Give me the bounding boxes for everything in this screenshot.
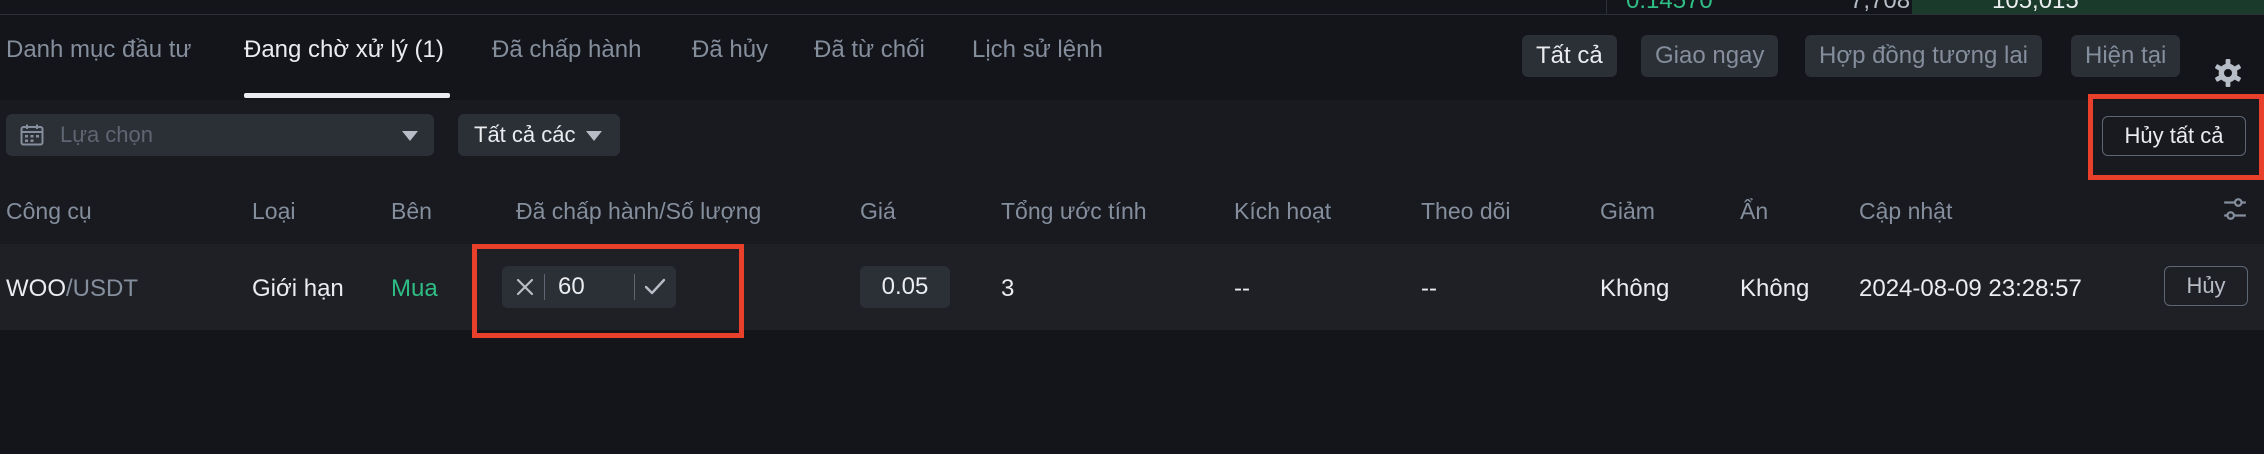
order-type-cell: Giới hạn	[252, 275, 344, 302]
filter-spot[interactable]: Giao ngay	[1641, 35, 1779, 77]
table-row: WOO/USDT Giới hạn Mua 0.05 3 -- -- Không…	[0, 244, 2264, 330]
editor-divider	[544, 274, 545, 300]
price-edit-field[interactable]: 0.05	[860, 266, 950, 308]
estimated-total-cell: 3	[1001, 275, 1015, 302]
trailing-cell: --	[1421, 275, 1437, 302]
col-updated: Cập nhật	[1859, 198, 1953, 224]
tab-rejected[interactable]: Đã từ chối	[814, 35, 925, 65]
filters-bar: Lựa chọn Tất cả các Hủy tất cả	[0, 100, 2264, 204]
instrument-cell[interactable]: WOO/USDT	[6, 274, 138, 304]
col-reduce: Giảm	[1600, 198, 1655, 224]
instrument-base: WOO	[6, 275, 66, 302]
filter-all[interactable]: Tất cả	[1522, 35, 1617, 77]
chevron-down-icon	[586, 131, 602, 141]
tab-portfolio[interactable]: Danh mục đầu tư	[6, 35, 192, 65]
col-instrument: Công cụ	[6, 198, 92, 224]
hidden-cell: Không	[1740, 275, 1810, 302]
date-range-placeholder: Lựa chọn	[60, 122, 154, 147]
col-trigger: Kích hoạt	[1234, 198, 1332, 224]
order-tabs-bar: Danh mục đầu tư Đang chờ xử lý (1) Đã ch…	[0, 14, 2264, 101]
col-side: Bên	[391, 198, 432, 224]
orderbook-strip: 0.14570 7,708 105,015	[0, 0, 2264, 14]
editor-divider	[634, 274, 635, 300]
close-icon[interactable]	[516, 278, 534, 296]
quantity-input[interactable]	[558, 266, 628, 308]
filter-futures[interactable]: Hợp đồng tương lai	[1805, 35, 2042, 77]
tab-order-history[interactable]: Lịch sử lệnh	[972, 35, 1103, 65]
instrument-quote: /USDT	[66, 275, 138, 302]
updated-time-cell: 2024-08-09 23:28:57	[1859, 275, 2082, 302]
table-header: Công cụ Loại Bên Đã chấp hành/Số lượng G…	[0, 196, 2264, 246]
active-tab-indicator	[244, 93, 450, 98]
col-filled-quantity: Đã chấp hành/Số lượng	[516, 198, 762, 224]
cancel-order-button[interactable]: Hủy	[2164, 266, 2248, 306]
trigger-cell: --	[1234, 275, 1250, 302]
col-trailing: Theo dõi	[1421, 198, 1511, 224]
order-type-select[interactable]: Tất cả các	[458, 114, 620, 156]
calendar-icon	[20, 124, 44, 146]
reduce-only-cell: Không	[1600, 275, 1670, 302]
date-range-select[interactable]: Lựa chọn	[6, 114, 434, 156]
side-cell: Mua	[391, 275, 438, 302]
order-type-value: Tất cả các	[474, 122, 576, 147]
chevron-down-icon	[402, 131, 418, 141]
tab-cancelled[interactable]: Đã hủy	[692, 35, 768, 65]
column-settings-icon[interactable]	[2222, 196, 2248, 222]
orderbook-divider	[1606, 0, 1607, 14]
tab-pending[interactable]: Đang chờ xử lý (1)	[244, 35, 444, 65]
cancel-all-button[interactable]: Hủy tất cả	[2102, 116, 2246, 156]
col-type: Loại	[252, 198, 296, 224]
filter-current[interactable]: Hiện tại	[2071, 35, 2181, 77]
check-icon[interactable]	[644, 277, 666, 297]
tab-filled[interactable]: Đã chấp hành	[492, 35, 641, 65]
col-hidden: Ẩn	[1740, 198, 1769, 224]
orderbook-depth-bar	[1912, 0, 2264, 14]
col-estimated-total: Tổng ước tính	[1001, 198, 1147, 224]
gear-icon[interactable]	[2212, 57, 2244, 89]
col-price: Giá	[860, 198, 896, 224]
quantity-editor	[502, 266, 676, 308]
